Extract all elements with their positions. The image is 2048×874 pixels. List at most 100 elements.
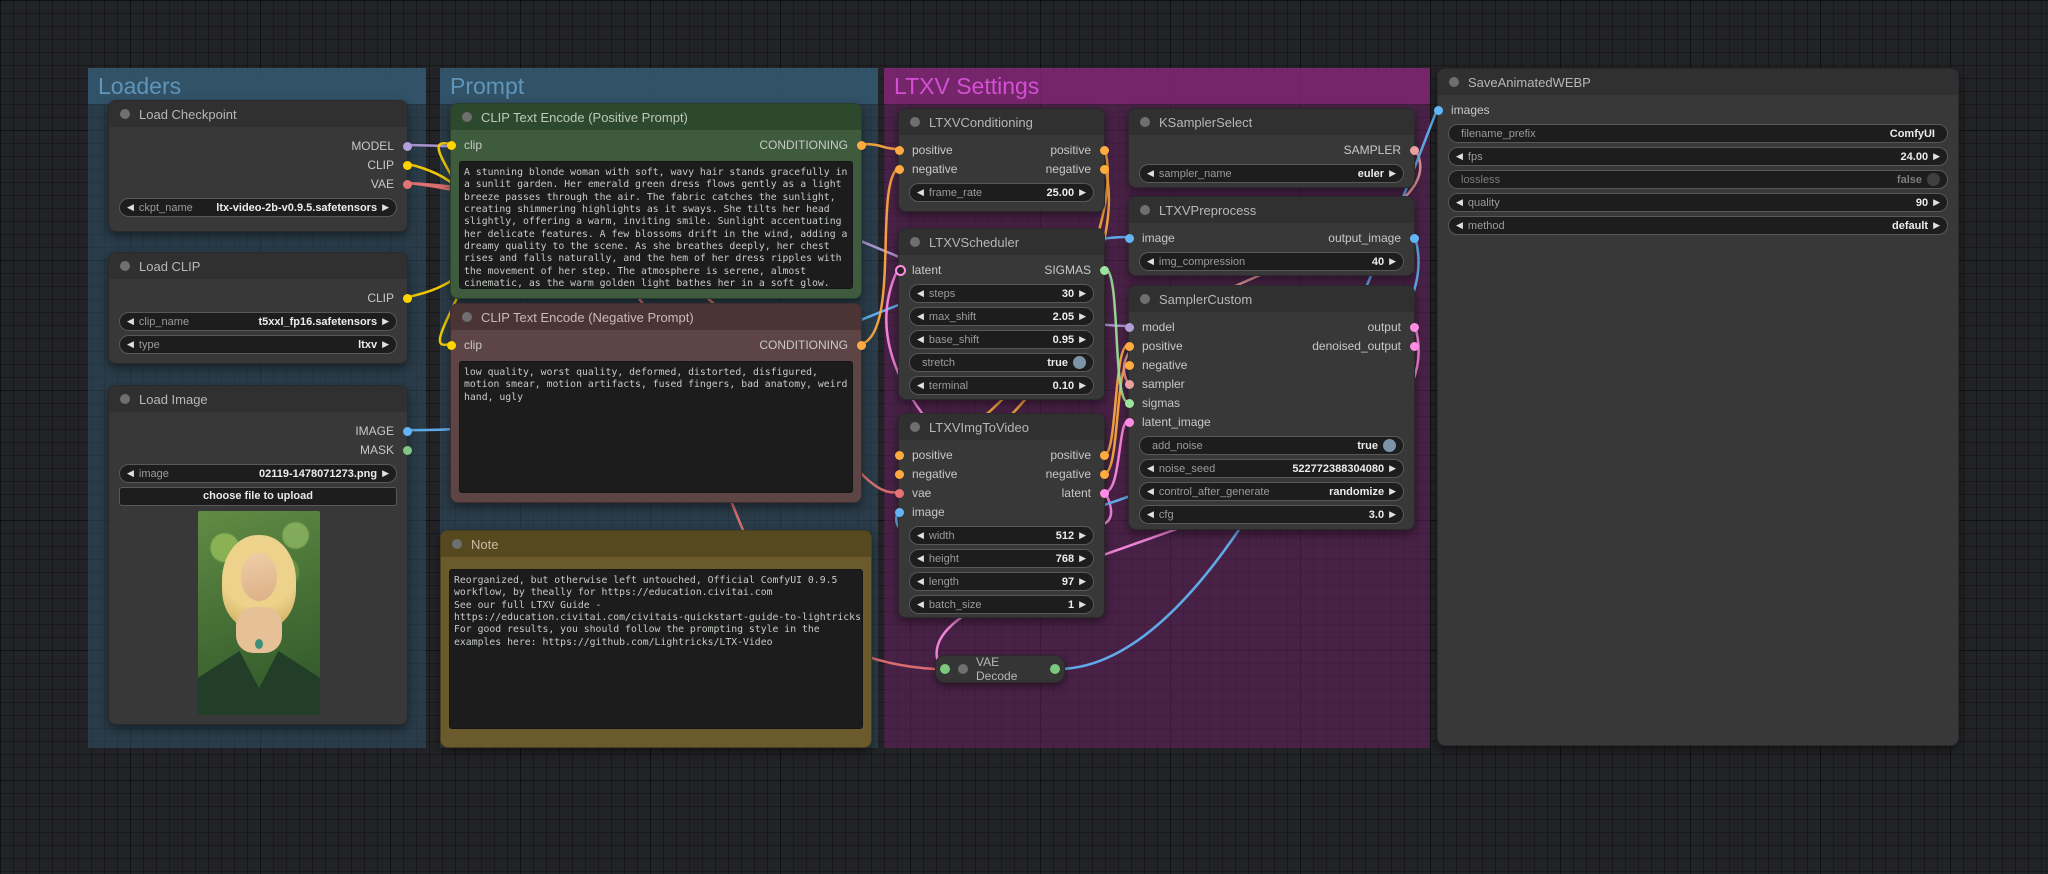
node-header[interactable]: LTXVScheduler <box>899 229 1104 255</box>
output-port-clip[interactable] <box>403 161 412 170</box>
output-port-positive[interactable] <box>1100 451 1109 460</box>
input-port-latent[interactable] <box>895 265 906 276</box>
decrement-icon[interactable]: ◀ <box>917 307 924 326</box>
collapse-dot-icon[interactable] <box>120 261 130 271</box>
decrement-icon[interactable]: ◀ <box>1456 193 1463 212</box>
widget-filename-prefix[interactable]: filename_prefix ComfyUI <box>1448 124 1948 143</box>
widget-noise-seed[interactable]: ◀ noise_seed 522772388304080 ▶ <box>1139 459 1404 478</box>
widget-length[interactable]: ◀ length 97 ▶ <box>909 572 1094 591</box>
decrement-icon[interactable]: ◀ <box>127 198 134 217</box>
node-header[interactable]: Load Checkpoint <box>109 101 407 127</box>
collapse-dot-icon[interactable] <box>910 237 920 247</box>
input-port-clip[interactable] <box>447 341 456 350</box>
decrement-icon[interactable]: ◀ <box>917 572 924 591</box>
input-port-images[interactable] <box>1434 106 1443 115</box>
node-header[interactable]: SamplerCustom <box>1129 286 1414 312</box>
input-port-image[interactable] <box>895 508 904 517</box>
collapse-dot-icon[interactable] <box>462 312 472 322</box>
node-header[interactable]: CLIP Text Encode (Negative Prompt) <box>451 304 861 330</box>
widget-terminal[interactable]: ◀ terminal 0.10 ▶ <box>909 376 1094 395</box>
decrement-icon[interactable]: ◀ <box>917 595 924 614</box>
increment-icon[interactable]: ▶ <box>1079 307 1086 326</box>
widget-stretch-toggle[interactable]: stretch true <box>909 353 1094 372</box>
widget-height[interactable]: ◀ height 768 ▶ <box>909 549 1094 568</box>
output-port-output-image[interactable] <box>1410 234 1419 243</box>
collapse-dot-icon[interactable] <box>910 422 920 432</box>
increment-icon[interactable]: ▶ <box>1079 526 1086 545</box>
increment-icon[interactable]: ▶ <box>1079 330 1086 349</box>
widget-frame-rate[interactable]: ◀ frame_rate 25.00 ▶ <box>909 183 1094 202</box>
positive-prompt-textarea[interactable]: A stunning blonde woman with soft, wavy … <box>459 161 853 289</box>
input-port-sigmas[interactable] <box>1125 399 1134 408</box>
output-port-latent[interactable] <box>1100 489 1109 498</box>
output-port-vae[interactable] <box>403 180 412 189</box>
collapse-dot-icon[interactable] <box>120 394 130 404</box>
decrement-icon[interactable]: ◀ <box>1147 505 1154 524</box>
input-port-clip[interactable] <box>447 141 456 150</box>
widget-image[interactable]: ◀ image 02119-1478071273.png ▶ <box>119 464 397 483</box>
collapse-dot-icon[interactable] <box>1140 117 1150 127</box>
output-port-sampler[interactable] <box>1410 146 1419 155</box>
collapse-dot-icon[interactable] <box>1449 77 1459 87</box>
decrement-icon[interactable]: ◀ <box>1147 164 1154 183</box>
widget-img-compression[interactable]: ◀ img_compression 40 ▶ <box>1139 252 1404 271</box>
decrement-icon[interactable]: ◀ <box>917 526 924 545</box>
widget-base-shift[interactable]: ◀ base_shift 0.95 ▶ <box>909 330 1094 349</box>
increment-icon[interactable]: ▶ <box>1389 459 1396 478</box>
collapse-dot-icon[interactable] <box>452 539 462 549</box>
decrement-icon[interactable]: ◀ <box>127 464 134 483</box>
node-header[interactable]: Load CLIP <box>109 253 407 279</box>
increment-icon[interactable]: ▶ <box>1079 183 1086 202</box>
node-header[interactable]: Load Image <box>109 386 407 412</box>
increment-icon[interactable]: ▶ <box>1079 595 1086 614</box>
widget-quality[interactable]: ◀ quality 90 ▶ <box>1448 193 1948 212</box>
increment-icon[interactable]: ▶ <box>1933 147 1940 166</box>
node-header[interactable]: KSamplerSelect <box>1129 109 1414 135</box>
increment-icon[interactable]: ▶ <box>382 198 389 217</box>
decrement-icon[interactable]: ◀ <box>917 183 924 202</box>
widget-max-shift[interactable]: ◀ max_shift 2.05 ▶ <box>909 307 1094 326</box>
input-port-model[interactable] <box>1125 323 1134 332</box>
widget-control-after-generate[interactable]: ◀ control_after_generate randomize ▶ <box>1139 482 1404 501</box>
output-port-conditioning[interactable] <box>857 341 866 350</box>
input-port-image[interactable] <box>1125 234 1134 243</box>
decrement-icon[interactable]: ◀ <box>1456 216 1463 235</box>
input-port-vae[interactable] <box>895 489 904 498</box>
decrement-icon[interactable]: ◀ <box>1147 252 1154 271</box>
decrement-icon[interactable]: ◀ <box>1147 482 1154 501</box>
collapse-dot-icon[interactable] <box>1140 294 1150 304</box>
note-textarea[interactable]: Reorganized, but otherwise left untouche… <box>449 569 863 729</box>
group-loaders-titlebar[interactable]: Loaders <box>88 68 426 104</box>
group-ltxv-settings-titlebar[interactable]: LTXV Settings <box>884 68 1430 104</box>
negative-prompt-textarea[interactable]: low quality, worst quality, deformed, di… <box>459 361 853 493</box>
widget-method[interactable]: ◀ method default ▶ <box>1448 216 1948 235</box>
increment-icon[interactable]: ▶ <box>382 335 389 354</box>
node-header[interactable]: SaveAnimatedWEBP <box>1438 69 1958 95</box>
group-prompt-titlebar[interactable]: Prompt <box>440 68 878 104</box>
widget-add-noise-toggle[interactable]: add_noise true <box>1139 436 1404 455</box>
input-port-negative[interactable] <box>1125 361 1134 370</box>
widget-width[interactable]: ◀ width 512 ▶ <box>909 526 1094 545</box>
increment-icon[interactable]: ▶ <box>1079 284 1086 303</box>
widget-fps[interactable]: ◀ fps 24.00 ▶ <box>1448 147 1948 166</box>
output-port-conditioning[interactable] <box>857 141 866 150</box>
widget-steps[interactable]: ◀ steps 30 ▶ <box>909 284 1094 303</box>
increment-icon[interactable]: ▶ <box>1079 376 1086 395</box>
output-port-image[interactable] <box>403 427 412 436</box>
node-graph-canvas[interactable]: Loaders Prompt LTXV Settings <box>0 0 2048 874</box>
collapsed-output-port[interactable] <box>1050 664 1060 674</box>
output-port-negative[interactable] <box>1100 165 1109 174</box>
increment-icon[interactable]: ▶ <box>1933 216 1940 235</box>
output-port-model[interactable] <box>403 142 412 151</box>
increment-icon[interactable]: ▶ <box>1933 193 1940 212</box>
collapse-dot-icon[interactable] <box>462 112 472 122</box>
increment-icon[interactable]: ▶ <box>1389 164 1396 183</box>
widget-type[interactable]: ◀ type ltxv ▶ <box>119 335 397 354</box>
increment-icon[interactable]: ▶ <box>1389 252 1396 271</box>
choose-file-button[interactable]: choose file to upload <box>119 487 397 506</box>
decrement-icon[interactable]: ◀ <box>917 549 924 568</box>
widget-cfg[interactable]: ◀ cfg 3.0 ▶ <box>1139 505 1404 524</box>
output-port-mask[interactable] <box>403 446 412 455</box>
collapse-dot-icon[interactable] <box>1140 205 1150 215</box>
decrement-icon[interactable]: ◀ <box>917 376 924 395</box>
